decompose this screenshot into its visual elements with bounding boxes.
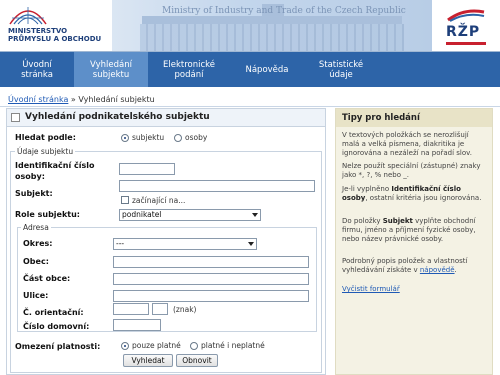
main-nav: Úvodní stránka Vyhledání subjektu Elektron… — [0, 52, 500, 87]
tips-panel: Tipy pro hledání V textových položkách s… — [335, 108, 493, 375]
ministry-line-2: PRŮMYSLU A OBCHODU — [8, 35, 102, 43]
ico-label: Identifikační číslo osoby: — [15, 160, 115, 182]
validity-all-label: platné i neplatné — [201, 341, 265, 350]
municipality-input[interactable] — [113, 256, 309, 268]
address-legend: Adresa — [21, 223, 51, 232]
tip-text: Do položky — [342, 217, 383, 225]
nav-item-label: Elektronické — [163, 59, 215, 70]
flag-swoosh-icon — [447, 9, 485, 22]
validity-label: Omezení platnosti: — [15, 342, 101, 351]
nav-item-label: subjektu — [92, 69, 130, 80]
house-number-input[interactable] — [113, 319, 161, 331]
ministry-tagline: Ministry of Industry and Trade of the Cz… — [162, 6, 406, 16]
search-by-subject-label: subjektu — [132, 133, 165, 142]
nav-item-statistics[interactable]: Statistické údaje — [304, 52, 378, 87]
ministry-name: MINISTERSTVO PRŮMYSLU A OBCHODU — [8, 27, 108, 43]
nav-item-label: podání — [174, 69, 204, 80]
tip-text: . — [454, 266, 457, 274]
divider — [0, 106, 500, 107]
search-form-panel: Vyhledání podnikatelského subjektu Hleda… — [6, 108, 326, 375]
breadcrumb-home-link[interactable]: Úvodní stránka — [8, 95, 68, 104]
starts-with-label: začínající na... — [132, 196, 186, 205]
tip-no-wildcards: Nelze použít speciální (zástupné) znaky … — [342, 162, 481, 179]
subject-label: Subjekt: — [15, 189, 53, 198]
orientation-sign-input[interactable] — [152, 303, 168, 315]
orientation-sign-label: (znak) — [173, 305, 197, 314]
nav-item-subject-search[interactable]: Vyhledání subjektu — [74, 52, 148, 87]
district-select[interactable]: --- — [113, 238, 257, 250]
search-by-person-label: osoby — [185, 133, 208, 142]
nav-item-label: stránka — [21, 69, 53, 80]
house-number-label: Číslo domovní: — [23, 322, 90, 331]
tip-help-reference: Podrobný popis položek a vlastností vyhl… — [342, 257, 488, 275]
tip-bold-text: Subjekt — [382, 217, 413, 225]
panel-header: Vyhledání podnikatelského subjektu — [7, 109, 325, 127]
tip-ico-priority: Je-li vyplněno Identifikační číslo osoby… — [342, 185, 488, 203]
orientation-number-label: Č. orientační: — [23, 308, 84, 317]
role-select[interactable]: podnikatel — [119, 209, 261, 221]
street-label: Ulice: — [23, 291, 49, 300]
street-input[interactable] — [113, 290, 309, 302]
search-by-subject-radio[interactable] — [121, 134, 129, 142]
subject-input[interactable] — [119, 180, 315, 192]
nav-item-label: Vyhledání — [90, 59, 132, 70]
tip-subject-field: Do položky Subjekt vyplňte obchodní firm… — [342, 217, 488, 244]
role-label: Role subjektu: — [15, 210, 80, 219]
search-by-person-radio[interactable] — [174, 134, 182, 142]
validity-only-valid-radio[interactable] — [121, 342, 129, 350]
chevron-down-icon — [248, 242, 254, 246]
rzp-logo-bar — [446, 42, 486, 45]
reset-button[interactable]: Obnovit — [176, 354, 218, 367]
clear-form-row: Vyčistit formulář — [342, 285, 488, 294]
role-select-value: podnikatel — [122, 210, 162, 219]
municipality-part-label: Část obce: — [23, 274, 71, 283]
breadcrumb-separator: » — [70, 95, 76, 104]
municipality-part-input[interactable] — [113, 273, 309, 285]
ico-input[interactable] — [119, 163, 175, 175]
nav-item-label: Nápověda — [245, 64, 289, 75]
ico-label-text: Identifikační číslo osoby: — [15, 161, 95, 181]
nav-item-label: Úvodní — [22, 59, 52, 70]
orientation-number-input[interactable] — [113, 303, 149, 315]
nav-item-label: Statistické — [318, 59, 364, 70]
tips-header: Tipy pro hledání — [336, 109, 492, 127]
breadcrumb: Úvodní stránka » Vyhledání subjektu — [8, 95, 155, 104]
help-link[interactable]: nápovědě — [420, 266, 455, 274]
clear-form-link[interactable]: Vyčistit formulář — [342, 285, 400, 293]
validity-only-valid-label: pouze platné — [132, 341, 181, 350]
search-button[interactable]: Vyhledat — [123, 354, 173, 367]
tip-text: , ostatní kritéria jsou ignorována. — [365, 194, 482, 202]
header-banner: MINISTERSTVO PRŮMYSLU A OBCHODU Ministry… — [0, 0, 500, 52]
nav-item-electronic-submission[interactable]: Elektronické podání — [148, 52, 230, 87]
globe-logo-icon — [9, 7, 47, 25]
validity-all-radio[interactable] — [190, 342, 198, 350]
rzp-logo-text: RŽP — [446, 24, 481, 40]
breadcrumb-current: Vyhledání subjektu — [78, 95, 155, 104]
tip-text: Je-li vyplněno — [342, 185, 392, 193]
search-by-label: Hledat podle: — [15, 133, 76, 142]
starts-with-checkbox[interactable] — [121, 196, 129, 204]
municipality-label: Obec: — [23, 257, 49, 266]
subject-data-legend: Údaje subjektu — [15, 147, 76, 156]
nav-item-help[interactable]: Nápověda — [230, 52, 304, 87]
tips-title: Tipy pro hledání — [342, 113, 420, 123]
panel-title: Vyhledání podnikatelského subjektu — [25, 112, 210, 122]
nav-item-home[interactable]: Úvodní stránka — [0, 52, 74, 87]
ministry-logo[interactable]: MINISTERSTVO PRŮMYSLU A OBCHODU — [0, 0, 112, 51]
chevron-down-icon — [252, 213, 258, 217]
ministry-line-1: MINISTERSTVO — [8, 27, 68, 35]
panel-toggle-icon[interactable] — [11, 113, 20, 122]
district-select-value: --- — [116, 239, 125, 248]
district-label: Okres: — [23, 239, 53, 248]
nav-item-label: údaje — [329, 69, 353, 80]
rzp-logo[interactable]: RŽP — [432, 0, 500, 51]
tip-case-insensitive: V textových položkách se nerozlišují mal… — [342, 131, 472, 157]
